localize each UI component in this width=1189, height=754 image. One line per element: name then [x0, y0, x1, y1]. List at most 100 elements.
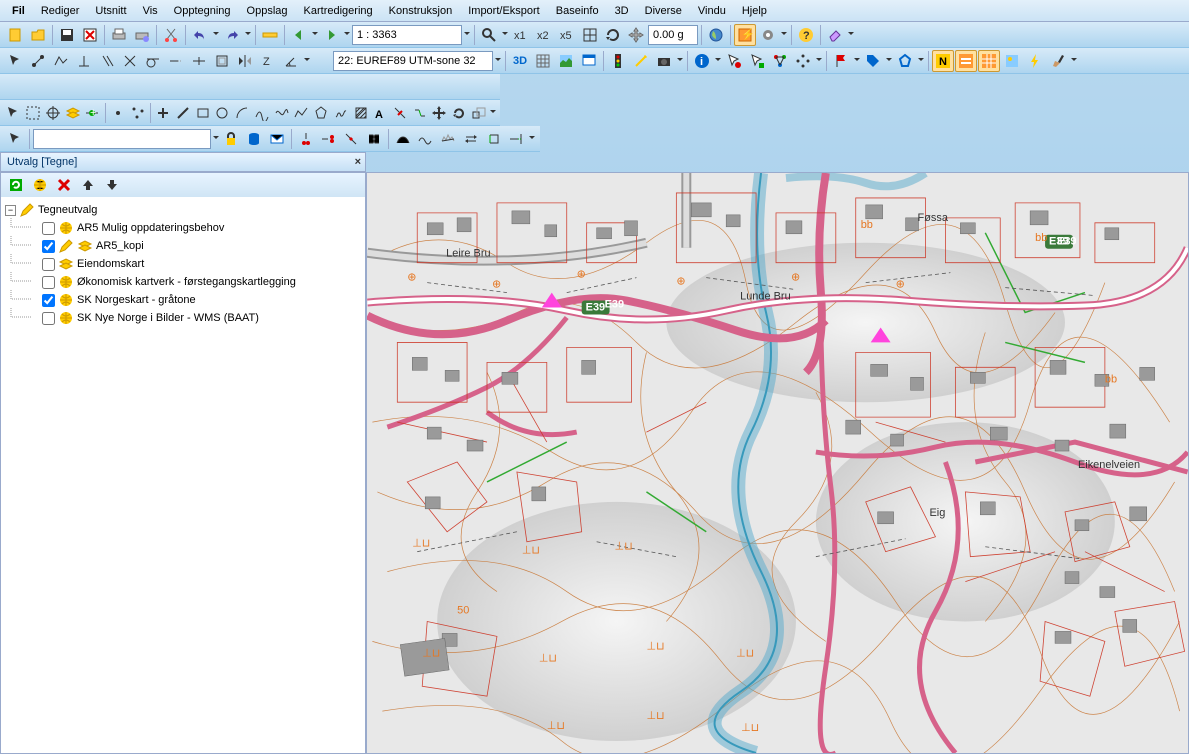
add-node-tool[interactable]: +: [83, 102, 102, 124]
select-arrow-tool[interactable]: [723, 50, 745, 72]
help-button[interactable]: ?: [795, 24, 817, 46]
nav-back-button[interactable]: [288, 24, 310, 46]
curve-tool[interactable]: [253, 102, 272, 124]
nav-forward-dropdown[interactable]: [343, 24, 351, 46]
tree-checkbox[interactable]: [42, 222, 55, 235]
intersect-tool[interactable]: [119, 50, 141, 72]
extend-tool[interactable]: [165, 50, 187, 72]
coordsys-input[interactable]: [333, 51, 493, 71]
node-tool[interactable]: [27, 50, 49, 72]
menu-rediger[interactable]: Rediger: [33, 2, 88, 20]
rotate-tool[interactable]: [450, 102, 469, 124]
nav-forward-button[interactable]: [320, 24, 342, 46]
menu-baseinfo[interactable]: Baseinfo: [548, 2, 607, 20]
split-tool[interactable]: [391, 102, 410, 124]
join-tool[interactable]: [410, 102, 429, 124]
layer-name-input[interactable]: [33, 129, 211, 149]
tree-item-3[interactable]: Økonomisk kartverk - førstegangskartlegg…: [5, 273, 361, 291]
offset-tool[interactable]: [211, 50, 233, 72]
undo-dropdown[interactable]: [212, 24, 220, 46]
tree-item-1[interactable]: AR5_kopi: [5, 237, 361, 255]
simplify-tool[interactable]: [437, 128, 459, 150]
menu-vis[interactable]: Vis: [135, 2, 166, 20]
crosshair-tool[interactable]: [43, 102, 62, 124]
tree-refresh-button[interactable]: [5, 174, 27, 196]
brush-tool[interactable]: [1047, 50, 1069, 72]
undo-button[interactable]: [189, 24, 211, 46]
smooth-tool[interactable]: [414, 128, 436, 150]
select-tool[interactable]: [4, 50, 26, 72]
tree-checkbox[interactable]: [42, 312, 55, 325]
freehand-tool[interactable]: [331, 102, 350, 124]
menu-hjelp[interactable]: Hjelp: [734, 2, 775, 20]
save-button[interactable]: [56, 24, 78, 46]
symbol-z-tool[interactable]: Z: [257, 50, 279, 72]
toggle-n-button[interactable]: N: [932, 50, 954, 72]
tag-dropdown[interactable]: [885, 50, 893, 72]
scale-input[interactable]: [352, 25, 462, 45]
toolbar2-overflow[interactable]: [303, 50, 311, 72]
rect-select-tool[interactable]: [24, 102, 43, 124]
polyline-tool[interactable]: [292, 102, 311, 124]
zoom-x5-button[interactable]: x5: [556, 24, 578, 46]
toolbar2-end-dropdown[interactable]: [1070, 50, 1078, 72]
arc-tool[interactable]: [233, 102, 252, 124]
tree-down-button[interactable]: [101, 174, 123, 196]
perpendicular-tool[interactable]: [73, 50, 95, 72]
menu-fil[interactable]: Fil: [4, 2, 33, 20]
mirror-tool[interactable]: [234, 50, 256, 72]
network-tool[interactable]: [792, 50, 814, 72]
scale-dropdown[interactable]: [463, 24, 471, 46]
move-tool[interactable]: [430, 102, 449, 124]
toggle-layers-button[interactable]: [955, 50, 977, 72]
grid-button[interactable]: [532, 50, 554, 72]
close-button[interactable]: [79, 24, 101, 46]
tree-up-button[interactable]: [77, 174, 99, 196]
toolbar-edit-dropdown[interactable]: [528, 128, 536, 150]
print-preview-button[interactable]: [131, 24, 153, 46]
database-tool[interactable]: [243, 128, 265, 150]
merge-tool[interactable]: [363, 128, 385, 150]
wand-tool[interactable]: [630, 50, 652, 72]
lightning-tool[interactable]: [1024, 50, 1046, 72]
toggle-grid-button[interactable]: [978, 50, 1000, 72]
flag-red-tool[interactable]: [830, 50, 852, 72]
pan-button[interactable]: [625, 24, 647, 46]
menu-opptegning[interactable]: Opptegning: [166, 2, 239, 20]
pointer2-tool[interactable]: [4, 128, 26, 150]
scissors-v-tool[interactable]: [295, 128, 317, 150]
circle-tool[interactable]: [213, 102, 232, 124]
cut-line-tool[interactable]: [340, 128, 362, 150]
print-button[interactable]: [108, 24, 130, 46]
hatch-tool[interactable]: [351, 102, 370, 124]
menu-oppslag[interactable]: Oppslag: [239, 2, 296, 20]
settings-button[interactable]: [757, 24, 779, 46]
tree-item-2[interactable]: Eiendomskart: [5, 255, 361, 273]
select-multi-tool[interactable]: [746, 50, 768, 72]
image-tool[interactable]: [1001, 50, 1023, 72]
zoom-extent-button[interactable]: [579, 24, 601, 46]
flag-dropdown[interactable]: [853, 50, 861, 72]
window-button[interactable]: [578, 50, 600, 72]
scale-tool[interactable]: [470, 102, 489, 124]
line-tool[interactable]: [174, 102, 193, 124]
layer-name-dropdown[interactable]: [212, 128, 220, 150]
text-tool[interactable]: A: [371, 102, 390, 124]
zoom-x1-button[interactable]: x1: [510, 24, 532, 46]
ruler-button[interactable]: [259, 24, 281, 46]
tree-checkbox[interactable]: [42, 276, 55, 289]
plus-tool[interactable]: [154, 102, 173, 124]
tree-checkbox[interactable]: [42, 294, 55, 307]
map-canvas[interactable]: E39 E39 ⊕⊕⊕ ⊕⊕⊕ bbbbbb ⊥⊔⊥⊔⊥⊔ ⊥⊔⊥⊔⊥⊔ ⊥⊔⊥…: [366, 172, 1189, 754]
trim-tool[interactable]: [188, 50, 210, 72]
vertex-tool[interactable]: [50, 50, 72, 72]
tree-item-4[interactable]: SK Norgeskart - gråtone: [5, 291, 361, 309]
pointer-draw-tool[interactable]: [4, 102, 23, 124]
parallel-tool[interactable]: [96, 50, 118, 72]
settings-dropdown[interactable]: [780, 24, 788, 46]
cut-button[interactable]: [160, 24, 182, 46]
menu-vindu[interactable]: Vindu: [690, 2, 734, 20]
camera-tool[interactable]: [653, 50, 675, 72]
menu-kartredigering[interactable]: Kartredigering: [296, 2, 381, 20]
tree-item-5[interactable]: SK Nye Norge i Bilder - WMS (BAAT): [5, 309, 361, 327]
